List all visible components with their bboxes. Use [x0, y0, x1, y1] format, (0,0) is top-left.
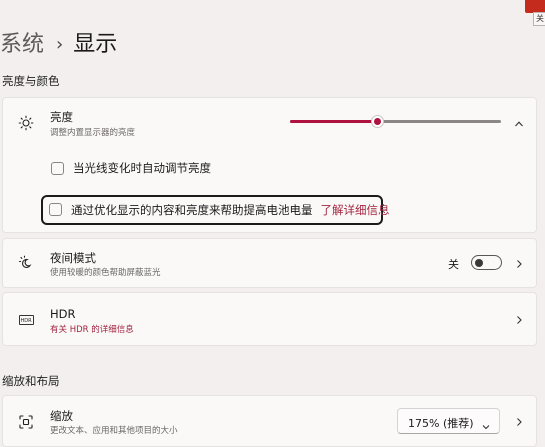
scale-dropdown[interactable]: 175% (推荐) — [397, 408, 500, 434]
hdr-icon: HDR — [17, 311, 35, 329]
night-light-row[interactable]: 夜间模式 使用较暖的颜色帮助屏蔽蓝光 关 — [2, 238, 537, 288]
page-title: 显示 — [73, 32, 118, 57]
section-title-scale-layout: 缩放和布局 — [2, 374, 60, 388]
battery-optimize-text: 通过优化显示的内容和亮度来帮助提高电池电量 了解详细信息 — [71, 202, 390, 218]
section-title-brightness-color: 亮度与颜色 — [2, 74, 60, 88]
night-light-icon — [17, 254, 35, 272]
scale-subtitle: 更改文本、应用和其他项目的大小 — [50, 426, 178, 436]
breadcrumb-parent-system[interactable]: 系统 — [0, 30, 44, 60]
hdr-row[interactable]: HDR HDR 有关 HDR 的详细信息 — [2, 292, 537, 346]
auto-adjust-checkbox[interactable] — [51, 162, 64, 175]
chevron-down-icon — [481, 417, 491, 430]
chevron-right-icon[interactable] — [513, 258, 525, 270]
scale-icon — [17, 413, 35, 431]
auto-adjust-label: 当光线变化时自动调节亮度 — [73, 161, 211, 175]
hdr-title: HDR — [50, 307, 76, 321]
chevron-up-icon[interactable] — [513, 118, 525, 130]
auto-adjust-row: 当光线变化时自动调节亮度 — [2, 148, 537, 189]
toggle-knob — [475, 258, 483, 267]
brightness-slider-thumb[interactable] — [370, 115, 384, 128]
hdr-details-link[interactable]: 有关 HDR 的详细信息 — [50, 323, 134, 335]
scale-title: 缩放 — [50, 409, 73, 423]
brightness-subtitle: 调整内置显示器的亮度 — [50, 128, 136, 138]
brightness-row: 亮度 调整内置显示器的亮度 — [2, 97, 537, 149]
breadcrumb: 系统 › 显示 — [0, 30, 117, 60]
battery-optimize-label: 通过优化显示的内容和亮度来帮助提高电池电量 — [71, 203, 313, 217]
brightness-slider[interactable] — [290, 115, 501, 128]
night-light-state-label: 关 — [448, 258, 459, 271]
night-light-toggle[interactable] — [471, 255, 502, 270]
night-light-subtitle: 使用较暖的颜色帮助屏蔽蓝光 — [50, 268, 161, 278]
window-mini-label: 关 — [533, 12, 545, 26]
breadcrumb-separator: › — [56, 34, 64, 55]
title-bar: 关 — [0, 0, 545, 26]
chevron-right-icon[interactable] — [513, 416, 525, 428]
scale-dropdown-value: 175% (推荐) — [408, 417, 474, 430]
learn-more-link[interactable]: 了解详细信息 — [321, 203, 390, 217]
battery-optimize-checkbox[interactable] — [49, 203, 62, 216]
brightness-title: 亮度 — [50, 110, 73, 124]
night-light-title: 夜间模式 — [50, 251, 96, 265]
chevron-right-icon[interactable] — [513, 314, 525, 326]
brightness-sun-icon — [17, 114, 35, 132]
hdr-badge: HDR — [18, 315, 34, 325]
brightness-slider-fill — [290, 120, 377, 123]
